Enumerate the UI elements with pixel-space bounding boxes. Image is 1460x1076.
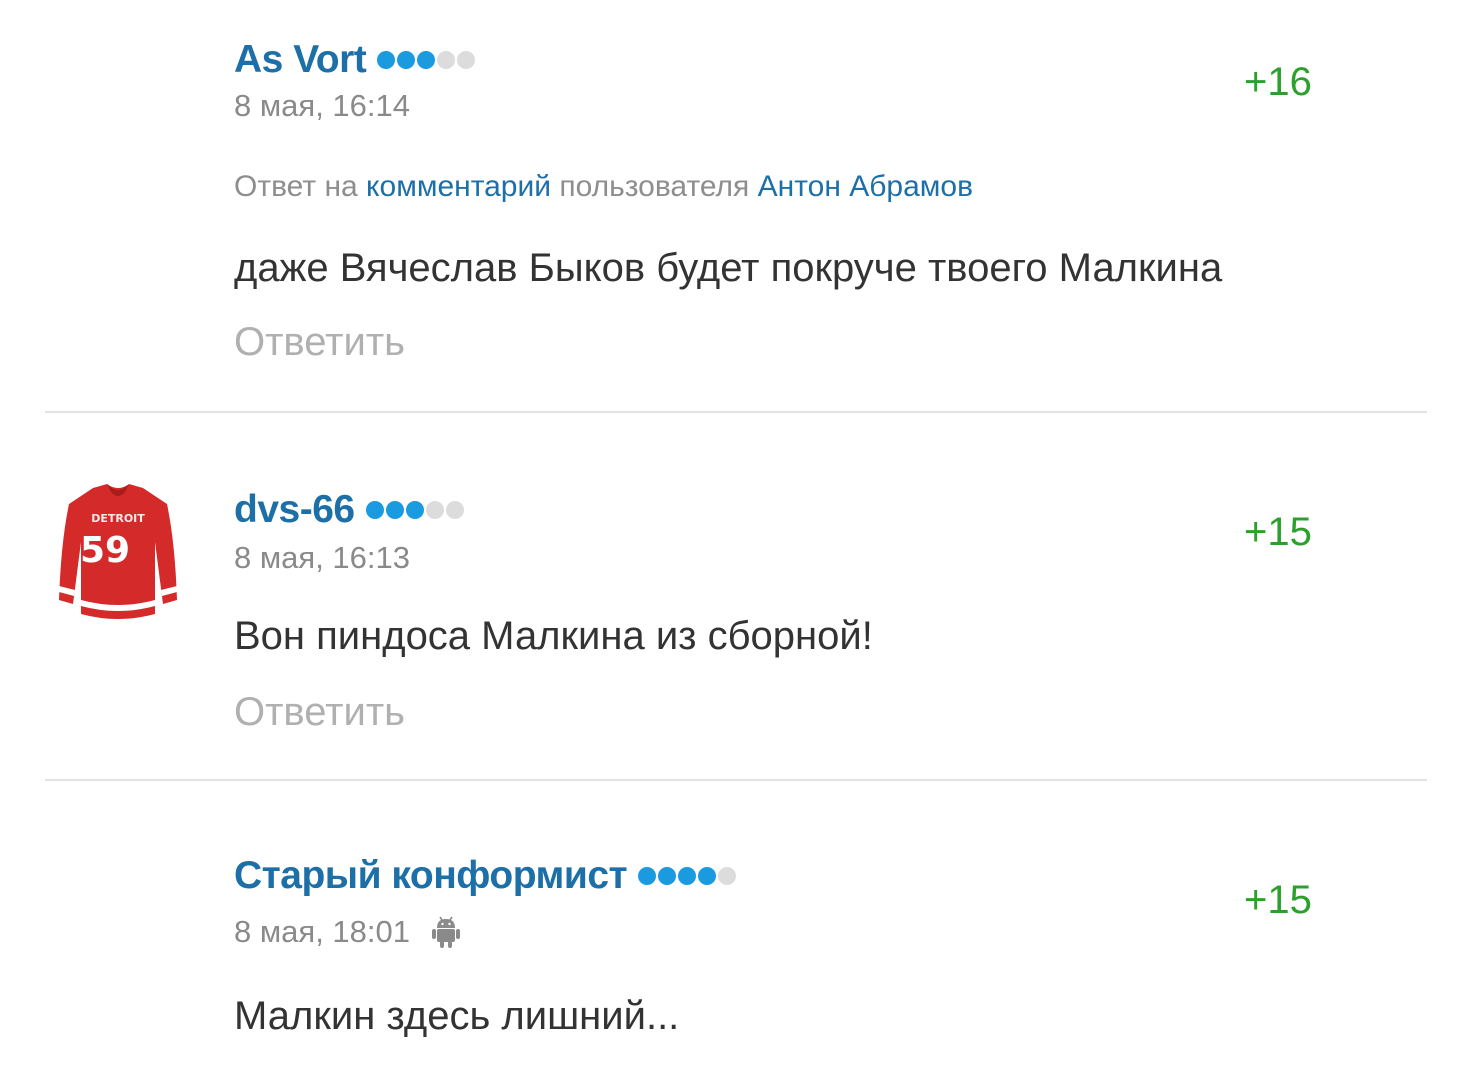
rank-dot: [698, 867, 717, 885]
rank-dot: [385, 501, 404, 519]
svg-text:DETROIT: DETROIT: [91, 512, 145, 525]
rank-dot: [638, 867, 657, 885]
comment-score[interactable]: +15: [1244, 510, 1312, 555]
rank-dot: [365, 501, 384, 519]
comment-divider: [45, 411, 1427, 413]
comment-header: As Vort: [234, 38, 476, 82]
comment-score[interactable]: +16: [1244, 60, 1312, 105]
reply-to-middle: пользователя: [559, 170, 750, 203]
comment-date: 8 мая, 18:01: [234, 914, 462, 950]
avatar[interactable]: DETROIT 59: [55, 482, 181, 627]
rank-dot: [437, 51, 456, 69]
reply-to-user-link[interactable]: Антон Абрамов: [758, 170, 973, 203]
rank-dot: [678, 867, 697, 885]
reply-button[interactable]: Ответить: [234, 690, 405, 735]
comment-header: Старый конформист: [234, 854, 737, 898]
comment-date: 8 мая, 16:13: [234, 540, 410, 576]
comment-date: 8 мая, 16:14: [234, 88, 410, 124]
rank-dot: [658, 867, 677, 885]
comment-score[interactable]: +15: [1244, 878, 1312, 923]
author-link[interactable]: dvs-66: [234, 488, 355, 532]
rank-dot: [417, 51, 436, 69]
comment-header: dvs-66: [234, 488, 464, 532]
date-text: 8 мая, 16:14: [234, 88, 410, 123]
author-link[interactable]: Старый конформист: [234, 854, 628, 898]
comment-divider: [45, 779, 1427, 781]
reply-to-line: Ответ на комментарий пользователя Антон …: [234, 170, 973, 204]
rank-dot: [425, 501, 444, 519]
rank-dot: [377, 51, 396, 69]
reply-button[interactable]: Ответить: [234, 320, 405, 365]
android-icon: [432, 916, 460, 948]
rank-indicator: [377, 51, 476, 69]
rank-indicator: [365, 501, 464, 519]
comments-feed: As Vort 8 мая, 16:14 +16 Ответ на коммен…: [0, 0, 1460, 1076]
rank-dot: [457, 51, 476, 69]
rank-dot: [445, 501, 464, 519]
rank-dot: [397, 51, 416, 69]
date-text: 8 мая, 18:01: [234, 914, 410, 949]
reply-to-comment-link[interactable]: комментарий: [366, 170, 551, 203]
reply-to-prefix: Ответ на: [234, 170, 358, 203]
rank-indicator: [638, 867, 737, 885]
date-text: 8 мая, 16:13: [234, 540, 410, 575]
comment-text: Вон пиндоса Малкина из сборной!: [234, 614, 873, 658]
author-link[interactable]: As Vort: [234, 38, 367, 82]
rank-dot: [405, 501, 424, 519]
svg-text:59: 59: [80, 530, 130, 571]
comment-text: Малкин здесь лишний...: [234, 994, 680, 1038]
comment-text: даже Вячеслав Быков будет покруче твоего…: [234, 246, 1223, 290]
rank-dot: [718, 867, 737, 885]
